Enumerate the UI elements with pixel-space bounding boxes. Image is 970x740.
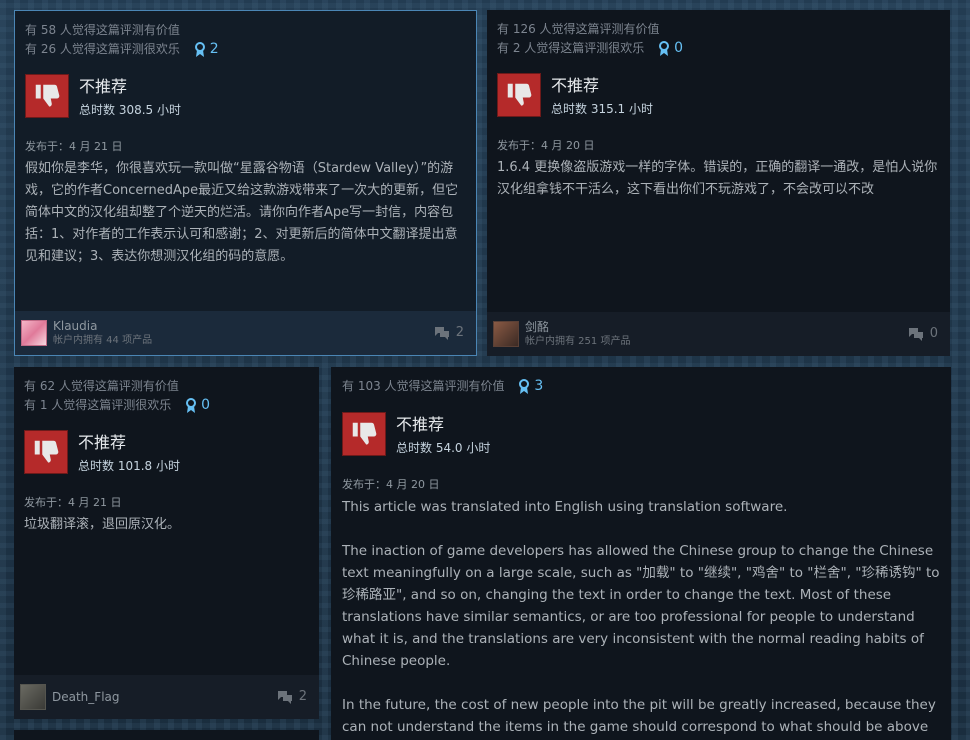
review-paragraph: This article was translated into English… <box>342 499 788 515</box>
playtime: 总时数 54.0 小时 <box>396 441 491 455</box>
review-text: 1.6.4 更换像盗版游戏一样的字体。错误的，正确的翻译一通改，是怕人说你汉化组… <box>497 160 938 197</box>
review-verdict[interactable]: 不推荐 总时数 101.8 小时 <box>24 430 309 474</box>
review-paragraph: In the future, the cost of new people in… <box>342 697 936 735</box>
review-verdict[interactable]: 不推荐 总时数 315.1 小时 <box>497 73 940 117</box>
helpful-count: 有 58 人觉得这篇评测有价值 <box>25 23 180 37</box>
thumbs-down-icon <box>24 430 68 474</box>
award-ribbon-icon <box>659 40 670 56</box>
verdict-label: 不推荐 <box>396 415 445 434</box>
playtime: 总时数 101.8 小时 <box>78 459 180 473</box>
award-badge[interactable]: 0 <box>658 39 683 58</box>
avatar[interactable] <box>493 321 519 347</box>
comment-bubble-icon <box>434 326 449 340</box>
avatar[interactable] <box>20 684 46 710</box>
posted-date: 发布于：4 月 21 日 <box>24 496 122 509</box>
posted-date: 发布于：4 月 21 日 <box>25 140 123 153</box>
verdict-label: 不推荐 <box>79 77 128 96</box>
verdict-label: 不推荐 <box>551 76 600 95</box>
review-verdict[interactable]: 不推荐 总时数 54.0 小时 <box>342 412 941 456</box>
review-verdict[interactable]: 不推荐 总时数 308.5 小时 <box>25 74 466 118</box>
funny-count: 有 1 人觉得这篇评测很欢乐 0 <box>24 396 211 415</box>
review-footer: Klaudia 帐户内拥有 44 项产品 2 <box>15 311 476 355</box>
award-badge[interactable]: 3 <box>518 377 543 396</box>
award-ribbon-icon <box>194 41 205 57</box>
helpful-count: 有 126 人觉得这篇评测有价值 <box>497 22 660 36</box>
review-card-2: 有 126 人觉得这篇评测有价值 有 2 人觉得这篇评测很欢乐 0 不推荐 总时… <box>487 10 950 356</box>
award-badge[interactable]: 0 <box>185 396 210 415</box>
comment-count[interactable]: 0 <box>907 326 938 341</box>
review-card-1: 有 58 人觉得这篇评测有价值 有 26 人觉得这篇评测很欢乐 2 不推荐 总时… <box>14 10 477 356</box>
comment-count[interactable]: 2 <box>276 689 307 704</box>
comment-count[interactable]: 2 <box>433 325 464 340</box>
product-count: 帐户内拥有 44 项产品 <box>53 334 153 346</box>
review-footer: 剑酩 帐户内拥有 251 项产品 0 <box>487 312 950 356</box>
comment-bubble-icon <box>277 690 292 704</box>
reviewer-name[interactable]: Death_Flag <box>52 690 120 705</box>
reviewer-name[interactable]: Klaudia <box>53 319 152 334</box>
playtime: 总时数 315.1 小时 <box>551 102 653 116</box>
thumbs-down-icon <box>497 73 541 117</box>
review-card-4: 有 103 人觉得这篇评测有价值 3 不推荐 总时数 54.0 小时 发布于：4… <box>331 367 951 740</box>
review-card-3: 有 62 人觉得这篇评测有价值 有 1 人觉得这篇评测很欢乐 0 不推荐 总时数… <box>14 367 319 719</box>
award-ribbon-icon <box>186 397 197 413</box>
funny-count: 有 2 人觉得这篇评测很欢乐 0 <box>497 39 684 58</box>
review-paragraph: The inaction of game developers has allo… <box>342 543 940 669</box>
posted-date: 发布于：4 月 20 日 <box>342 478 440 491</box>
funny-count: 有 26 人觉得这篇评测很欢乐 2 <box>25 40 219 59</box>
thumbs-down-icon <box>342 412 386 456</box>
review-text: This article was translated into English… <box>342 496 944 740</box>
product-count: 帐户内拥有 251 项产品 <box>525 335 631 347</box>
review-text: 垃圾翻译滚，退回原汉化。 <box>24 517 181 532</box>
award-badge[interactable]: 2 <box>194 40 219 59</box>
comment-bubble-icon <box>908 327 923 341</box>
posted-date: 发布于：4 月 20 日 <box>497 139 595 152</box>
review-text: 假如你是李华，你很喜欢玩一款叫做“星露谷物语（Stardew Valley）”的… <box>25 161 459 264</box>
verdict-label: 不推荐 <box>78 433 127 452</box>
thumbs-down-icon <box>25 74 69 118</box>
award-ribbon-icon <box>519 378 530 394</box>
review-footer: Death_Flag 2 <box>14 675 319 719</box>
playtime: 总时数 308.5 小时 <box>79 103 181 117</box>
review-card-5-partial <box>14 730 319 740</box>
avatar[interactable] <box>21 320 47 346</box>
reviewer-name[interactable]: 剑酩 <box>525 320 630 335</box>
helpful-count: 有 103 人觉得这篇评测有价值 3 <box>342 377 544 396</box>
helpful-count: 有 62 人觉得这篇评测有价值 <box>24 379 179 393</box>
